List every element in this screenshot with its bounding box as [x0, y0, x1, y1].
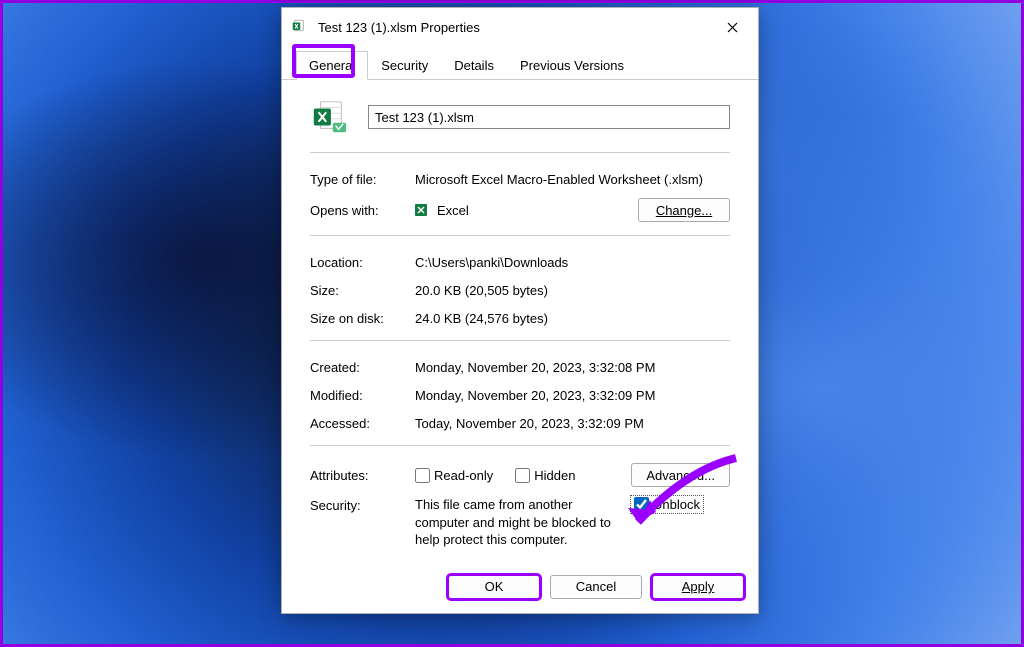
size-on-disk-value: 24.0 KB (24,576 bytes)	[415, 311, 730, 326]
size-label: Size:	[310, 283, 415, 298]
size-value: 20.0 KB (20,505 bytes)	[415, 283, 730, 298]
filename-input[interactable]	[368, 105, 730, 129]
divider	[310, 340, 730, 341]
dialog-footer: OK Cancel Apply	[282, 563, 758, 613]
accessed-label: Accessed:	[310, 416, 415, 431]
excel-app-icon	[415, 202, 431, 218]
cancel-button[interactable]: Cancel	[550, 575, 642, 599]
security-label: Security:	[310, 496, 415, 513]
modified-label: Modified:	[310, 388, 415, 403]
readonly-label: Read-only	[434, 468, 493, 483]
change-button[interactable]: Change...	[638, 198, 730, 222]
file-xlsm-icon	[292, 18, 310, 36]
opens-with-label: Opens with:	[310, 203, 415, 218]
accessed-value: Today, November 20, 2023, 3:32:09 PM	[415, 416, 730, 431]
created-label: Created:	[310, 360, 415, 375]
apply-button[interactable]: Apply	[652, 575, 744, 599]
hidden-label: Hidden	[534, 468, 575, 483]
ok-button[interactable]: OK	[448, 575, 540, 599]
size-on-disk-label: Size on disk:	[310, 311, 415, 326]
unblock-label: Unblock	[653, 497, 700, 512]
location-label: Location:	[310, 255, 415, 270]
divider	[310, 445, 730, 446]
tab-general[interactable]: General	[296, 51, 368, 80]
tab-bar: General Security Details Previous Versio…	[282, 46, 758, 80]
close-button[interactable]	[712, 12, 752, 42]
general-tab-content: Type of file: Microsoft Excel Macro-Enab…	[282, 80, 758, 563]
tab-security[interactable]: Security	[368, 51, 441, 79]
created-value: Monday, November 20, 2023, 3:32:08 PM	[415, 360, 730, 375]
opens-with-value: Excel	[437, 203, 469, 218]
close-icon	[727, 22, 738, 33]
divider	[310, 235, 730, 236]
window-title: Test 123 (1).xlsm Properties	[318, 20, 712, 35]
location-value: C:\Users\panki\Downloads	[415, 255, 730, 270]
divider	[310, 152, 730, 153]
attributes-label: Attributes:	[310, 468, 415, 483]
type-value: Microsoft Excel Macro-Enabled Worksheet …	[415, 172, 730, 187]
advanced-button[interactable]: Advanced...	[631, 463, 730, 487]
file-type-icon	[310, 98, 348, 136]
unblock-checkbox[interactable]: Unblock	[631, 496, 703, 513]
tab-previous-versions[interactable]: Previous Versions	[507, 51, 637, 79]
readonly-checkbox[interactable]: Read-only	[415, 468, 493, 483]
type-label: Type of file:	[310, 172, 415, 187]
properties-dialog: Test 123 (1).xlsm Properties General Sec…	[281, 7, 759, 614]
titlebar: Test 123 (1).xlsm Properties	[282, 8, 758, 46]
modified-value: Monday, November 20, 2023, 3:32:09 PM	[415, 388, 730, 403]
security-message: This file came from another computer and…	[415, 496, 625, 549]
hidden-checkbox[interactable]: Hidden	[515, 468, 575, 483]
tab-details[interactable]: Details	[441, 51, 507, 79]
